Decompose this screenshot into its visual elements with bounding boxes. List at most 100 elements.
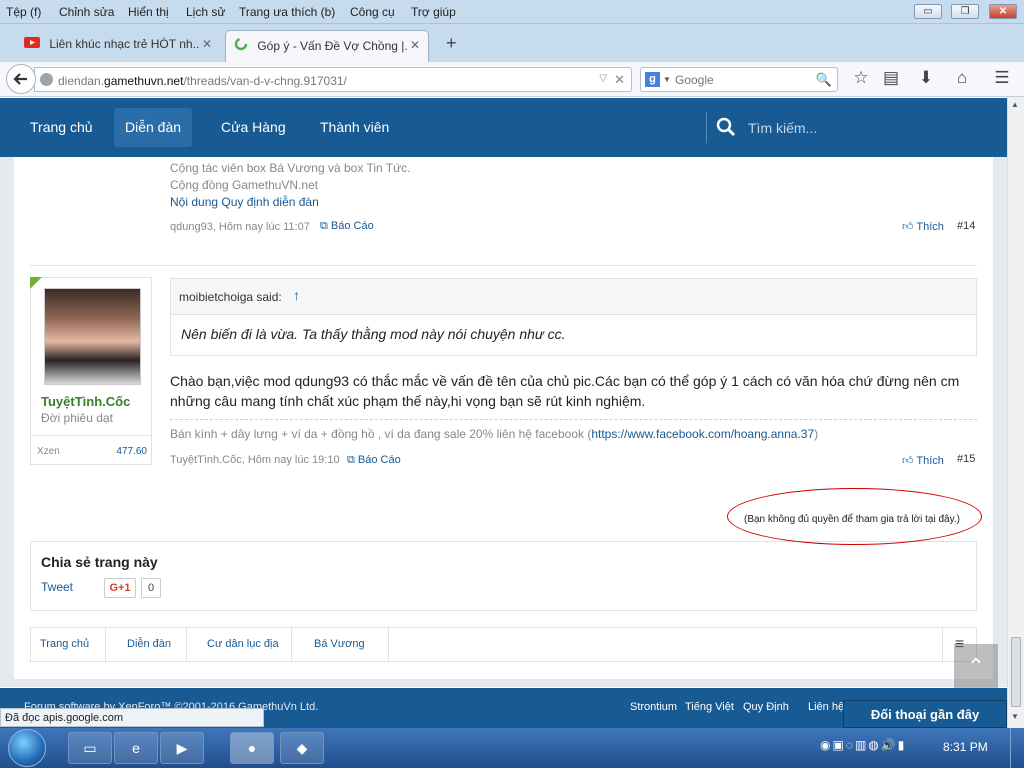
- breadcrumb-category[interactable]: Cư dân lục địa: [207, 638, 279, 650]
- google-icon[interactable]: g: [645, 72, 660, 87]
- menu-icon[interactable]: ☰: [991, 68, 1013, 88]
- recent-chat-button[interactable]: Đối thoại gần đây: [843, 700, 1007, 728]
- clock[interactable]: 8:31 PM: [943, 740, 988, 754]
- google-plus-count: 0: [141, 578, 161, 598]
- restore-button[interactable]: ❐: [951, 4, 979, 19]
- bookmarks-list-icon[interactable]: ▤: [880, 68, 902, 88]
- no-permission-message: (Bạn không đủ quyền để tham gia trả lời …: [744, 514, 960, 525]
- stop-icon[interactable]: ✕: [614, 72, 625, 88]
- share-title: Chia sẻ trang này: [41, 554, 158, 570]
- browser-search-input[interactable]: [675, 72, 815, 88]
- quote-block: moibietchoiga said: ↑ Nên biến đi là vừa…: [170, 278, 977, 356]
- post-meta[interactable]: TuyệtTình.Cốc, Hôm nay lúc 19:10: [170, 454, 340, 466]
- site-search-input[interactable]: [748, 118, 988, 138]
- back-button[interactable]: [6, 64, 36, 94]
- nav-forum[interactable]: Diễn đàn: [114, 108, 193, 147]
- menu-edit[interactable]: Chỉnh sửa: [59, 5, 114, 19]
- breadcrumb-forum[interactable]: Diễn đàn: [127, 638, 171, 650]
- quote-author: moibietchoiga said:: [179, 290, 282, 304]
- user-stat-row: Xzen 477.60: [31, 435, 151, 465]
- new-tab-button[interactable]: +: [446, 33, 457, 54]
- signature-line: Cộng tác viên box Bá Vương và box Tin Tứ…: [170, 161, 411, 175]
- url-bar[interactable]: diendan.gamethuvn.net/threads/van-d-v-ch…: [34, 67, 632, 92]
- report-button[interactable]: ⧉ Báo Cáo: [347, 454, 401, 467]
- like-button[interactable]: 👍︎ Thích: [902, 220, 944, 233]
- download-icon[interactable]: ⬇: [915, 68, 937, 88]
- header-divider: [706, 112, 707, 143]
- tab-bar: Liên khúc nhạc trẻ HÓT nh... ✕ Góp ý - V…: [0, 24, 1024, 62]
- menu-bar: Tệp (f) Chỉnh sửa Hiển thị Lịch sử Trang…: [0, 0, 1024, 24]
- thread-content: Cộng tác viên box Bá Vương và box Tin Tứ…: [14, 157, 993, 679]
- footer-link-rules[interactable]: Quy Định: [743, 701, 789, 713]
- thumbs-up-icon: 👍︎: [902, 221, 917, 233]
- close-window-button[interactable]: ✕: [989, 4, 1017, 19]
- user-title: Đời phiêu dạt: [41, 411, 113, 425]
- taskbar-desktop-icon[interactable]: ▭: [68, 732, 112, 764]
- user-stat-value: 477.60: [116, 446, 147, 457]
- taskbar-media-icon[interactable]: ▶: [160, 732, 204, 764]
- browser-search-box[interactable]: g ▼ 🔍: [640, 67, 838, 92]
- tab-youtube[interactable]: Liên khúc nhạc trẻ HÓT nh... ✕: [16, 30, 220, 62]
- signature: Bán kính + dây lưng + ví da + đồng hồ , …: [170, 427, 819, 441]
- footer-link-contact[interactable]: Liên hệ: [808, 701, 844, 713]
- star-bookmark-icon[interactable]: ☆: [850, 68, 872, 88]
- url-dropdown-icon[interactable]: ▽: [599, 73, 607, 84]
- tab-title: Liên khúc nhạc trẻ HÓT nh...: [49, 36, 200, 51]
- show-desktop-button[interactable]: [1010, 728, 1024, 768]
- system-tray-icons[interactable]: ◉▣◌▥◍🔊▮: [820, 738, 930, 758]
- nav-home[interactable]: Trang chủ: [19, 108, 104, 147]
- loading-icon: [234, 37, 248, 54]
- footer-link-style[interactable]: Strontium: [630, 701, 677, 713]
- browser-status-bar: Đã đọc apis.google.com: [0, 708, 264, 727]
- report-icon: ⧉: [320, 220, 331, 232]
- like-button[interactable]: 👍︎ Thích: [902, 454, 944, 467]
- scroll-to-top-button[interactable]: ⌃: [954, 644, 998, 692]
- url-text[interactable]: diendan.gamethuvn.net/threads/van-d-v-ch…: [58, 74, 347, 88]
- report-button[interactable]: ⧉ Báo Cáo: [320, 220, 374, 233]
- user-stat-label: Xzen: [37, 446, 60, 457]
- thumbs-up-icon: 👍︎: [902, 455, 917, 467]
- menu-bookmarks[interactable]: Trang ưa thích (b): [239, 5, 335, 19]
- minimize-button[interactable]: ▭: [914, 4, 942, 19]
- tab-close-icon[interactable]: ✕: [410, 38, 420, 52]
- nav-members[interactable]: Thành viên: [309, 108, 400, 147]
- post-divider: [30, 265, 977, 266]
- quote-link-arrow-icon[interactable]: ↑: [293, 287, 300, 303]
- taskbar-firefox-icon[interactable]: ●: [230, 732, 274, 764]
- taskbar-app-icon[interactable]: ◆: [280, 732, 324, 764]
- menu-tools[interactable]: Công cụ: [350, 5, 395, 19]
- home-icon[interactable]: ⌂: [951, 68, 973, 88]
- username[interactable]: TuyệtTình.Cốc: [41, 394, 130, 409]
- menu-history[interactable]: Lịch sử: [186, 5, 225, 19]
- page-scrollbar[interactable]: ▲ ▼: [1007, 97, 1024, 728]
- post-message: Chào bạn,việc mod qdung93 có thắc mắc về…: [170, 373, 960, 409]
- scroll-up-icon[interactable]: ▲: [1011, 100, 1019, 109]
- search-icon[interactable]: 🔍: [816, 72, 832, 88]
- tab-title: Góp ý - Vấn Đề Vợ Chồng |...: [257, 38, 408, 53]
- tab-forum[interactable]: Góp ý - Vấn Đề Vợ Chồng |... ✕: [225, 30, 429, 62]
- breadcrumb-subforum[interactable]: Bá Vương: [314, 638, 365, 650]
- scrollbar-thumb[interactable]: [1011, 637, 1021, 707]
- menu-file[interactable]: Tệp (f): [6, 5, 41, 19]
- breadcrumb: Trang chủ Diễn đàn Cư dân lục địa Bá Vươ…: [30, 627, 977, 662]
- start-button-icon[interactable]: [8, 729, 46, 767]
- nav-store[interactable]: Cửa Hàng: [210, 108, 297, 147]
- tweet-button[interactable]: Tweet: [41, 580, 73, 594]
- google-plus-button[interactable]: G+1: [104, 578, 136, 598]
- scroll-down-icon[interactable]: ▼: [1011, 712, 1019, 721]
- signature-link[interactable]: Nội dung Quy định diễn đàn: [170, 195, 319, 209]
- taskbar-ie-icon[interactable]: e: [114, 732, 158, 764]
- engine-dropdown-icon[interactable]: ▼: [663, 75, 671, 84]
- facebook-link[interactable]: https://www.facebook.com/hoang.anna.37: [591, 427, 814, 441]
- post-number[interactable]: #15: [957, 453, 975, 465]
- avatar[interactable]: [44, 288, 141, 385]
- online-indicator: [30, 277, 42, 289]
- search-icon[interactable]: [716, 117, 736, 137]
- breadcrumb-home[interactable]: Trang chủ: [40, 638, 89, 650]
- post-number[interactable]: #14: [957, 220, 975, 232]
- tab-close-icon[interactable]: ✕: [202, 37, 212, 51]
- post-meta[interactable]: qdung93, Hôm nay lúc 11:07: [170, 221, 310, 233]
- menu-help[interactable]: Trợ giúp: [411, 5, 456, 19]
- footer-link-language[interactable]: Tiếng Việt: [685, 701, 734, 713]
- menu-view[interactable]: Hiển thị: [128, 5, 169, 19]
